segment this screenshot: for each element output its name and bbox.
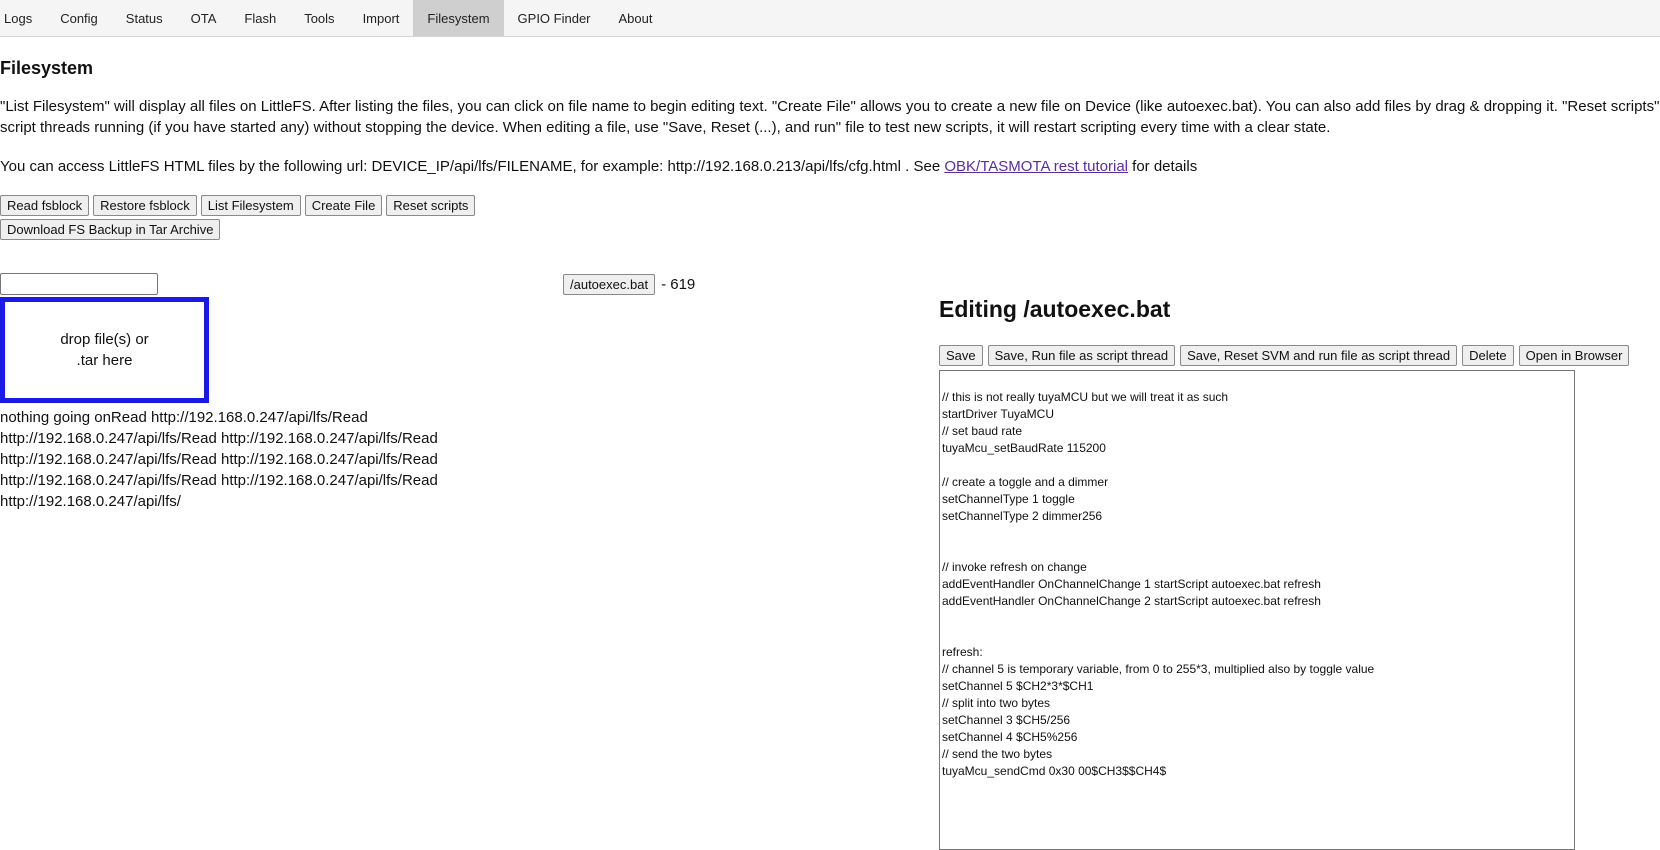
read-fsblock-button[interactable]: Read fsblock <box>0 195 90 216</box>
log-line: http://192.168.0.247/api/lfs/Read http:/… <box>0 472 438 489</box>
reset-scripts-button[interactable]: Reset scripts <box>386 195 476 216</box>
file-dropzone[interactable]: drop file(s) or .tar here <box>0 297 209 403</box>
backup-toolbar: Download FS Backup in Tar Archive <box>0 219 221 240</box>
tab-tools[interactable]: Tools <box>290 0 348 36</box>
file-autoexec-button[interactable]: /autoexec.bat <box>563 274 656 295</box>
editor-line: setChannel 3 $CH5/256 <box>942 713 1071 727</box>
tab-about[interactable]: About <box>605 0 667 36</box>
url-info-suffix: for details <box>1128 158 1198 175</box>
log-line: nothing going onRead http://192.168.0.24… <box>0 409 368 426</box>
editor-line: tuyaMcu_setBaudRate 115200 <box>942 441 1106 455</box>
editor-line: // invoke refresh on change <box>942 560 1087 574</box>
page-title: Filesystem <box>0 58 94 78</box>
editor-line: startDriver TuyaMCU <box>942 407 1055 421</box>
url-info: You can access LittleFS HTML files by th… <box>0 158 1197 175</box>
editor-line: addEventHandler OnChannelChange 2 startS… <box>942 594 1321 608</box>
editor-line: // channel 5 is temporary variable, from… <box>942 662 1375 676</box>
tab-ota[interactable]: OTA <box>177 0 231 36</box>
editor-title: Editing /autoexec.bat <box>939 296 1171 322</box>
log-line: http://192.168.0.247/api/lfs/ <box>0 493 181 510</box>
open-in-browser-button[interactable]: Open in Browser <box>1518 345 1630 366</box>
editor-line: refresh: <box>942 645 983 659</box>
editor-line: // set baud rate <box>942 424 1023 438</box>
rest-tutorial-link[interactable]: OBK/TASMOTA rest tutorial <box>944 158 1128 175</box>
editor-line: // this is not really tuyaMCU but we wil… <box>942 390 1229 404</box>
save-run-button[interactable]: Save, Run file as script thread <box>987 345 1176 366</box>
editor-line: setChannel 4 $CH5%256 <box>942 730 1078 744</box>
log-line: http://192.168.0.247/api/lfs/Read http:/… <box>0 451 438 468</box>
editor-line: // split into two bytes <box>942 696 1051 710</box>
tab-config[interactable]: Config <box>46 0 112 36</box>
tab-logs[interactable]: Logs <box>0 0 46 36</box>
restore-fsblock-button[interactable]: Restore fsblock <box>93 195 197 216</box>
file-filter-input[interactable] <box>0 273 158 295</box>
editor-line: addEventHandler OnChannelChange 1 startS… <box>942 577 1321 591</box>
script-editor[interactable]: // this is not really tuyaMCU but we wil… <box>939 370 1575 850</box>
editor-line: setChannelType 2 dimmer256 <box>942 509 1103 523</box>
filesystem-toolbar: Read fsblock Restore fsblock List Filesy… <box>0 195 476 216</box>
page-description: "List Filesystem" will display all files… <box>0 96 1660 138</box>
tab-status[interactable]: Status <box>112 0 177 36</box>
tab-filesystem[interactable]: Filesystem <box>413 0 504 36</box>
description-line: "List Filesystem" will display all files… <box>0 98 1660 115</box>
file-entry: /autoexec.bat - 619 <box>563 274 695 295</box>
editor-line: tuyaMcu_sendCmd 0x30 00$CH3$$CH4$ <box>942 764 1167 778</box>
tab-import[interactable]: Import <box>349 0 414 36</box>
editor-line: // send the two bytes <box>942 747 1053 761</box>
create-file-button[interactable]: Create File <box>304 195 383 216</box>
tab-bar: Logs Config Status OTA Flash Tools Impor… <box>0 0 1660 37</box>
download-backup-button[interactable]: Download FS Backup in Tar Archive <box>0 219 221 240</box>
save-reset-run-button[interactable]: Save, Reset SVM and run file as script t… <box>1180 345 1458 366</box>
dropzone-line: .tar here <box>76 352 133 369</box>
editor-line: setChannel 5 $CH2*3*$CH1 <box>942 679 1094 693</box>
editor-toolbar: Save Save, Run file as script thread Sav… <box>939 345 1630 366</box>
tab-gpio-finder[interactable]: GPIO Finder <box>504 0 605 36</box>
dropzone-label: drop file(s) or .tar here <box>60 329 148 371</box>
url-info-text: You can access LittleFS HTML files by th… <box>0 158 945 175</box>
save-button[interactable]: Save <box>939 345 983 366</box>
editor-line: setChannelType 1 toggle <box>942 492 1075 506</box>
list-filesystem-button[interactable]: List Filesystem <box>200 195 301 216</box>
delete-button[interactable]: Delete <box>1462 345 1514 366</box>
dropzone-line: drop file(s) or <box>60 331 149 348</box>
file-size: - 619 <box>661 276 696 293</box>
log-line: http://192.168.0.247/api/lfs/Read http:/… <box>0 430 438 447</box>
request-log: nothing going onRead http://192.168.0.24… <box>0 407 480 512</box>
editor-line: // create a toggle and a dimmer <box>942 475 1109 489</box>
tab-flash[interactable]: Flash <box>230 0 290 36</box>
description-line: script threads running (if you have star… <box>0 119 1331 136</box>
